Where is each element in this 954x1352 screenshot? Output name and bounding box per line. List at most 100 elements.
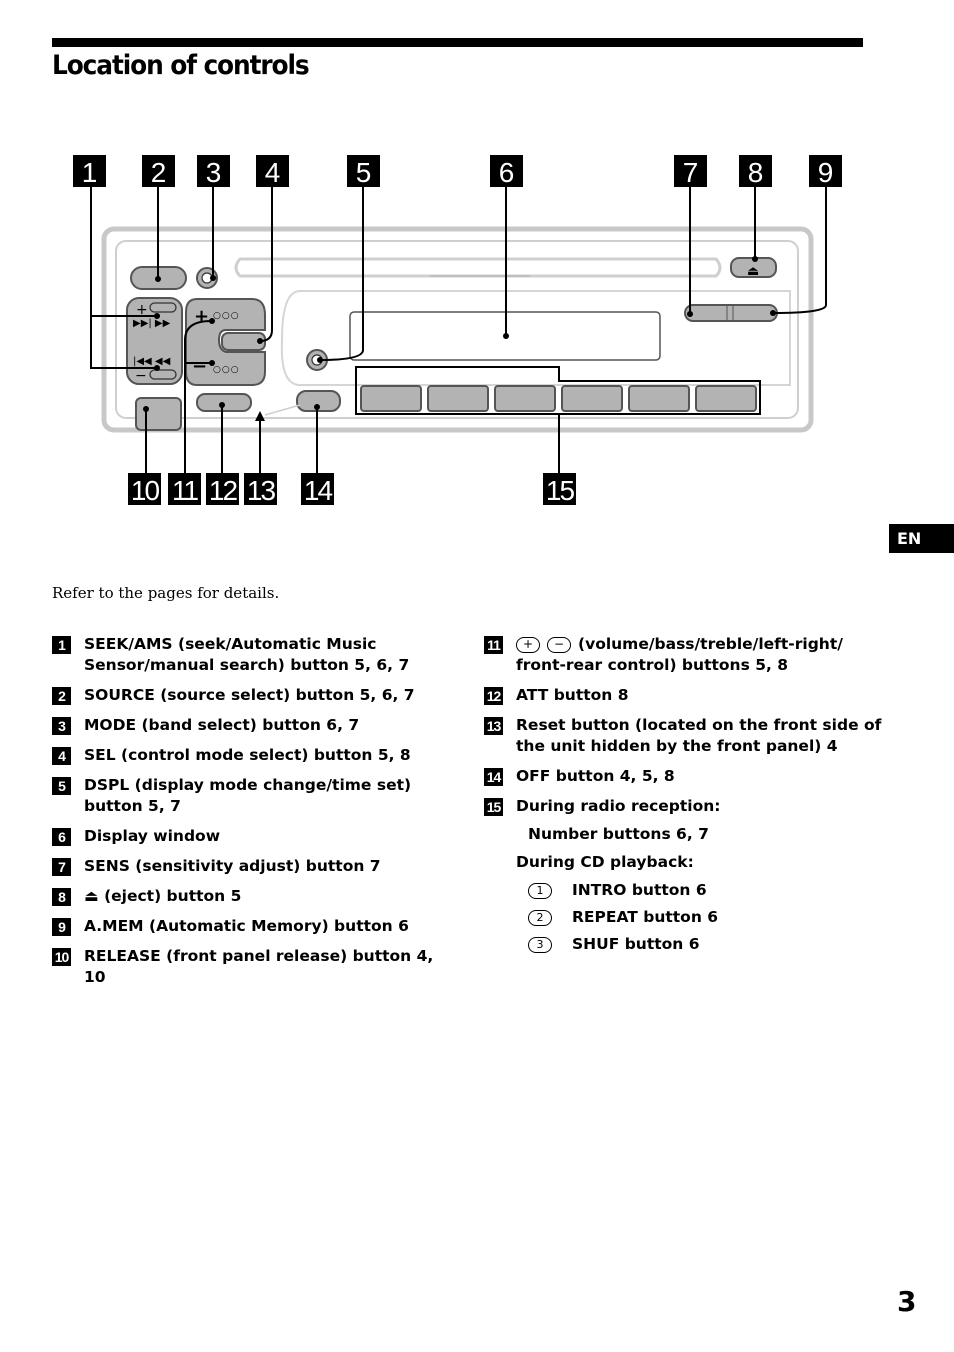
legend-item-13: 13 Reset button (located on the front sid… — [484, 715, 884, 757]
cd-item-text: SHUF button 6 — [572, 935, 700, 953]
legend-item-4: 4 SEL (control mode select) button 5, 8 — [52, 745, 452, 766]
svg-text:11: 11 — [172, 475, 198, 506]
cd-heading: During CD playback: — [516, 853, 694, 871]
legend-text: SEL (control mode select) button 5, 8 — [84, 746, 411, 764]
number-button-4[interactable] — [561, 385, 623, 412]
sens-amem-button[interactable] — [684, 304, 778, 322]
legend-text: DSPL (display mode change/time set) butt… — [84, 776, 412, 815]
seek-minus-glyph: − — [135, 368, 147, 384]
legend-badge: 13 — [484, 717, 503, 735]
cd-item-text: REPEAT button 6 — [572, 908, 719, 926]
cd-slot — [234, 257, 722, 278]
callout-8: 8 — [739, 155, 772, 188]
number-button-5[interactable] — [628, 385, 690, 412]
legend-badge: 6 — [52, 828, 71, 846]
cd-item-repeat: 2 REPEAT button 6 — [516, 907, 884, 928]
language-tab: EN — [889, 524, 954, 553]
legend-item-8: 8 ⏏ (eject) button 5 — [52, 886, 452, 907]
legend-badge: 7 — [52, 858, 71, 876]
legend-text: OFF button 4, 5, 8 — [516, 767, 675, 785]
svg-text:6: 6 — [499, 157, 515, 188]
legend-text: (eject) button 5 — [104, 887, 242, 905]
callout-6: 6 — [490, 155, 523, 188]
number-button-1[interactable] — [360, 385, 422, 412]
number-buttons — [360, 385, 757, 412]
legend-item-12: 12 ATT button 8 — [484, 685, 884, 706]
callouts-bottom: 10 11 12 13 14 15 — [128, 473, 576, 506]
panel-edge-line — [264, 404, 301, 416]
prev-track-icon: |◀◀ ◀◀ — [133, 356, 171, 367]
legend-text: RELEASE (front panel release) button 4, … — [84, 947, 434, 986]
legend-left: 1 SEEK/AMS (seek/Automatic Music Sensor/m… — [52, 634, 452, 997]
legend-badge: 1 — [52, 636, 71, 654]
legend-text: SOURCE (source select) button 5, 6, 7 — [84, 686, 415, 704]
legend-item-11: 11 + − (volume/bass/treble/left-right/ fron… — [484, 634, 884, 676]
legend-badge: 12 — [484, 687, 503, 705]
svg-text:12: 12 — [209, 475, 238, 506]
callout-5: 5 — [347, 155, 380, 188]
legend-badge: 14 — [484, 768, 503, 786]
svg-text:5: 5 — [356, 157, 372, 188]
callout-14: 14 — [301, 473, 334, 506]
callout-9: 9 — [809, 155, 842, 188]
number-button-2[interactable] — [427, 385, 489, 412]
eject-icon: ⏏ — [747, 264, 759, 279]
seek-plus-pill — [149, 302, 177, 313]
legend-text: During radio reception: — [516, 797, 721, 815]
minus-button-icon: − — [547, 637, 571, 653]
callout-7: 7 — [674, 155, 707, 188]
callout-1: 1 — [73, 155, 106, 188]
cd-item-shuf: 3 SHUF button 6 — [516, 934, 884, 955]
volume-minus-glyph: − — [192, 356, 207, 377]
legend-item-15: 15 During radio reception: Number button… — [484, 796, 884, 955]
svg-text:9: 9 — [818, 157, 834, 188]
callout-2: 2 — [142, 155, 175, 188]
legend-text: Display window — [84, 827, 221, 845]
cd-item-intro: 1 INTRO button 6 — [516, 880, 884, 901]
svg-text:15: 15 — [546, 475, 575, 506]
legend-text: Reset button (located on the front side … — [516, 716, 882, 755]
legend-text: A.MEM (Automatic Memory) button 6 — [84, 917, 409, 935]
legend-badge: 11 — [484, 636, 503, 654]
legend-badge: 15 — [484, 798, 503, 816]
legend-badge: 2 — [52, 687, 71, 705]
legend-item-14: 14 OFF button 4, 5, 8 — [484, 766, 884, 787]
volume-plus-dots: ○○○ — [213, 311, 240, 321]
legend-text: MODE (band select) button 6, 7 — [84, 716, 360, 734]
page-number: 3 — [897, 1285, 917, 1318]
legend-item-3: 3 MODE (band select) button 6, 7 — [52, 715, 452, 736]
number-button-3[interactable] — [494, 385, 556, 412]
callout-15: 15 — [543, 473, 576, 506]
legend-badge: 10 — [52, 948, 71, 966]
legend-text: SENS (sensitivity adjust) button 7 — [84, 857, 381, 875]
callouts-top: 1 2 3 4 5 6 7 8 9 — [73, 155, 842, 188]
legend-item-6: 6 Display window — [52, 826, 452, 847]
legend-text: SEEK/AMS (seek/Automatic Music Sensor/ma… — [84, 635, 410, 674]
callout-4: 4 — [256, 155, 289, 188]
legend-item-5: 5 DSPL (display mode change/time set) but… — [52, 775, 452, 817]
number-button-6[interactable] — [695, 385, 757, 412]
callout-12: 12 — [206, 473, 239, 506]
cd-item-text: INTRO button 6 — [572, 881, 707, 899]
callout-13: 13 — [244, 473, 277, 506]
circled-2-icon: 2 — [528, 910, 552, 926]
svg-text:3: 3 — [206, 157, 222, 188]
svg-text:1: 1 — [82, 157, 98, 188]
legend-text: ATT button 8 — [516, 686, 629, 704]
svg-text:2: 2 — [151, 157, 167, 188]
legend-badge: 4 — [52, 747, 71, 765]
svg-text:4: 4 — [265, 157, 281, 188]
radio-sub-text: Number buttons 6, 7 — [528, 825, 709, 843]
legend-badge: 3 — [52, 717, 71, 735]
plus-button-icon: + — [516, 637, 540, 653]
legend-badge: 8 — [52, 888, 71, 906]
att-button[interactable] — [196, 393, 252, 412]
release-button[interactable] — [135, 397, 182, 431]
callout-10: 10 — [128, 473, 161, 506]
reset-arrow-icon — [255, 411, 265, 421]
volume-minus-dots: ○○○ — [213, 365, 240, 375]
legend-item-1: 1 SEEK/AMS (seek/Automatic Music Sensor/m… — [52, 634, 452, 676]
legend-item-10: 10 RELEASE (front panel release) button 4… — [52, 946, 452, 988]
circled-1-icon: 1 — [528, 883, 552, 899]
next-track-icon: ▶▶| ▶▶ — [133, 318, 171, 329]
